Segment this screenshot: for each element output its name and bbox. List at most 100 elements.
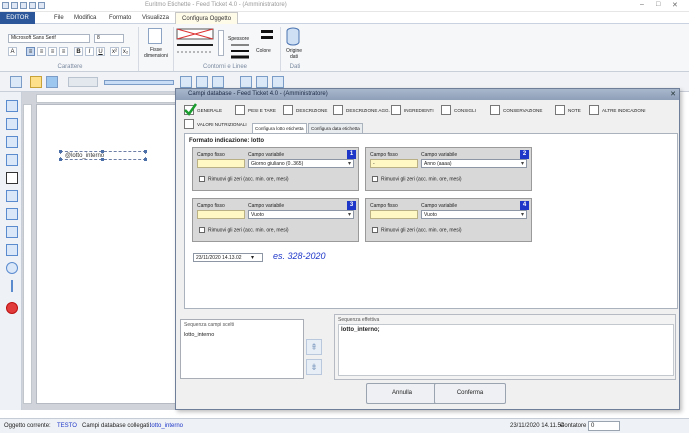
fisse-dimensioni-button[interactable]: Fisse dimensioni <box>140 47 172 59</box>
check-pesi-tare[interactable] <box>235 105 245 115</box>
campo-fisso-input[interactable] <box>197 159 245 168</box>
resize-handle[interactable] <box>101 150 104 153</box>
database-field-icon[interactable] <box>6 118 18 130</box>
status-contatore-input[interactable]: 0 <box>588 421 620 431</box>
check-altre-indicazioni[interactable] <box>589 105 599 115</box>
conferma-button[interactable]: Conferma <box>434 383 506 404</box>
superscript-button[interactable]: x² <box>110 47 119 56</box>
ellipse-icon[interactable] <box>6 262 18 274</box>
qrcode-icon[interactable] <box>6 190 18 202</box>
maximize-button[interactable]: □ <box>656 1 660 8</box>
menu-editor[interactable]: EDITOR <box>0 12 35 24</box>
checkbox-box[interactable] <box>199 227 205 233</box>
check-descrizione-agg[interactable] <box>333 105 343 115</box>
counter-icon[interactable] <box>6 136 18 148</box>
move-down-icon[interactable]: ⇟ <box>306 359 322 375</box>
move-up-icon[interactable]: ⇞ <box>306 339 322 355</box>
barcode-icon[interactable] <box>6 172 18 184</box>
save-icon[interactable] <box>29 2 36 9</box>
align-top-icon[interactable] <box>240 76 252 88</box>
menu-configura-oggetto[interactable]: Configura Oggetto <box>175 12 239 24</box>
font-size-select[interactable]: 8 <box>94 34 124 43</box>
database-icon[interactable] <box>286 27 300 47</box>
rimuovi-zeri-checkbox[interactable]: Rimuovi gli zeri (acc. min. ore, mesi) <box>199 227 289 233</box>
text-tool-icon[interactable] <box>6 100 18 112</box>
menu-file[interactable]: File <box>48 12 70 24</box>
check-descrizione[interactable] <box>283 105 293 115</box>
rimuovi-zeri-checkbox[interactable]: Rimuovi gli zeri (acc. min. ore, mesi) <box>372 227 462 233</box>
bold-button[interactable]: B <box>74 47 83 56</box>
menu-modifica[interactable]: Modifica <box>68 12 102 24</box>
campo-variabile-select[interactable]: Anno (aaaa) <box>421 159 527 168</box>
undo-icon[interactable] <box>38 2 45 9</box>
campo-fisso-input[interactable] <box>370 210 418 219</box>
campo-variabile-select[interactable]: Vuoto <box>421 210 527 219</box>
italic-button[interactable]: I <box>85 47 94 56</box>
resize-handle[interactable] <box>59 150 62 153</box>
font-name-select[interactable]: Microsoft Sans Serif <box>8 34 90 43</box>
date-icon[interactable] <box>6 154 18 166</box>
align-center-button[interactable]: ≡ <box>37 47 46 56</box>
align-right-button[interactable]: ≡ <box>48 47 57 56</box>
check-conservazione[interactable] <box>490 105 500 115</box>
menu-formato[interactable]: Formato <box>103 12 137 24</box>
ungroup-icon[interactable] <box>46 76 58 88</box>
resize-handle[interactable] <box>144 150 147 153</box>
colore-label[interactable]: Colore <box>256 48 271 54</box>
campo-variabile-select[interactable]: Giorno giuliano (0..365) <box>248 159 354 168</box>
align-right-icon[interactable] <box>212 76 224 88</box>
rimuovi-zeri-checkbox[interactable]: Rimuovi gli zeri (acc. min. ore, mesi) <box>372 176 462 182</box>
segment-block-2: Campo fisso Campo variabile 2 - Anno (aa… <box>365 147 532 191</box>
table-icon[interactable] <box>6 208 18 220</box>
border-styles-icon[interactable] <box>176 28 216 58</box>
campo-variabile-select[interactable]: Vuoto <box>248 210 354 219</box>
delete-icon[interactable] <box>6 302 18 314</box>
resize-handle[interactable] <box>101 158 104 161</box>
align-middle-icon[interactable] <box>256 76 268 88</box>
rectangle-icon[interactable] <box>6 244 18 256</box>
align-center-icon[interactable] <box>196 76 208 88</box>
tab-configura-lotto[interactable]: Configura lotto etichetta <box>252 123 307 133</box>
check-consigli[interactable] <box>441 105 451 115</box>
colore-icon[interactable] <box>259 28 275 46</box>
image-icon[interactable] <box>6 226 18 238</box>
resize-handle[interactable] <box>59 158 62 161</box>
menu-visualizza[interactable]: Visualizza <box>136 12 175 24</box>
underline-button[interactable]: U <box>96 47 105 56</box>
resize-handle[interactable] <box>144 158 147 161</box>
border-scroll[interactable] <box>218 30 224 56</box>
justify-button[interactable]: ≡ <box>59 47 68 56</box>
seq-left-item[interactable]: lotto_interno <box>184 332 214 338</box>
checkbox-box[interactable] <box>372 176 378 182</box>
check-note[interactable] <box>555 105 565 115</box>
origine-dati-button[interactable]: Origine dati <box>282 48 306 60</box>
tab-configura-data[interactable]: Configura data etichetta <box>308 123 363 133</box>
align-left-button[interactable]: ≡ <box>26 47 35 56</box>
label-canvas[interactable] <box>36 104 176 404</box>
copy-format-icon[interactable] <box>10 76 22 88</box>
subscript-button[interactable]: x₂ <box>121 47 130 56</box>
group-icon[interactable] <box>30 76 42 88</box>
open-icon[interactable] <box>20 2 27 9</box>
distribute-horizontal-icon[interactable] <box>104 80 174 85</box>
align-left-icon[interactable] <box>180 76 192 88</box>
spessore-icon[interactable] <box>229 42 251 60</box>
calendar-dropdown-icon[interactable]: ▾ <box>251 254 254 261</box>
campo-fisso-input[interactable] <box>197 210 245 219</box>
rimuovi-zeri-checkbox[interactable]: Rimuovi gli zeri (acc. min. ore, mesi) <box>199 176 289 182</box>
checkbox-box[interactable] <box>199 176 205 182</box>
minimize-button[interactable]: – <box>640 1 644 8</box>
fisse-dimensioni-icon[interactable] <box>148 28 162 44</box>
campo-fisso-input[interactable]: - <box>370 159 418 168</box>
line-icon[interactable] <box>11 280 13 292</box>
check-valori-nutrizionali[interactable] <box>184 119 194 129</box>
rotate-icon[interactable] <box>68 77 98 87</box>
close-button[interactable]: ✕ <box>672 1 678 9</box>
text-color-button[interactable]: A <box>8 47 17 56</box>
checkbox-box[interactable] <box>372 227 378 233</box>
annulla-button[interactable]: Annulla <box>366 383 438 404</box>
new-icon[interactable] <box>11 2 18 9</box>
align-bottom-icon[interactable] <box>272 76 284 88</box>
dialog-close-button[interactable]: ✕ <box>670 90 676 98</box>
check-ingredienti[interactable] <box>391 105 401 115</box>
